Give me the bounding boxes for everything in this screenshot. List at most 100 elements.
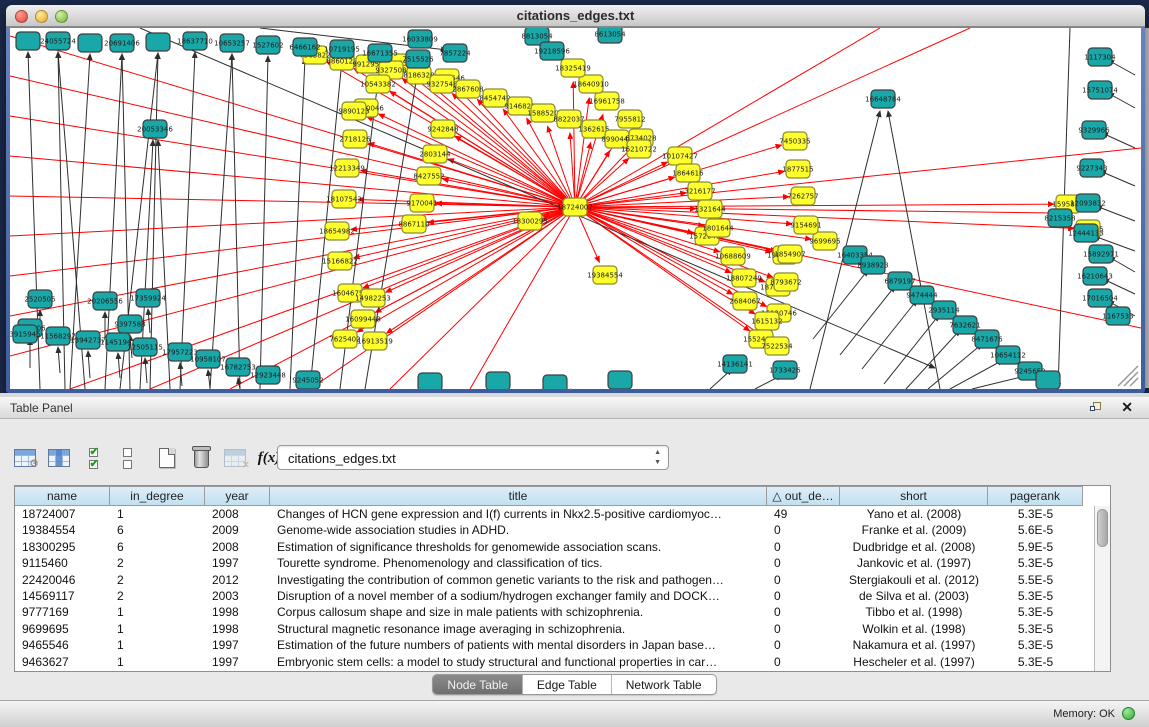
graph-node-teal[interactable]: 8613054 (594, 28, 626, 43)
graph-node-yellow[interactable]: 1854907 (774, 245, 805, 263)
graph-node-yellow[interactable]: 16913519 (357, 332, 393, 350)
select-all-columns-button[interactable] (78, 443, 108, 473)
show-columns-button[interactable] (44, 443, 74, 473)
graph-node-teal[interactable] (146, 33, 170, 51)
table-row[interactable]: 911546021997Tourette syndrome. Phenomeno… (15, 555, 1094, 571)
column-header-out_de[interactable]: △ out_de… (767, 486, 840, 506)
graph-node-yellow[interactable]: 7522534 (761, 337, 793, 355)
column-header-name[interactable]: name (15, 486, 110, 506)
graph-node-yellow[interactable]: 18640910 (573, 75, 609, 93)
graph-node-teal[interactable]: 8938923 (857, 256, 888, 274)
graph-node-yellow[interactable]: 10688609 (715, 247, 751, 265)
graph-node-teal[interactable]: 6466162 (289, 38, 320, 56)
table-row[interactable]: 946362711997Embryonic stem cells: a mode… (15, 654, 1094, 670)
graph-node-yellow[interactable]: 2684067 (729, 292, 760, 310)
delete-column-button[interactable] (186, 443, 216, 473)
graph-node-yellow[interactable]: 18107543 (326, 190, 362, 208)
graph-node-teal[interactable]: 20053346 (137, 120, 173, 138)
vertical-scrollbar[interactable] (1094, 506, 1110, 671)
table-row[interactable]: 1456911722003Disruption of a novel membe… (15, 588, 1094, 604)
graph-node-teal[interactable]: 17359924 (130, 289, 166, 307)
unselect-all-columns-button[interactable] (112, 443, 142, 473)
graph-node-teal[interactable]: 19218596 (534, 42, 570, 60)
window-titlebar[interactable]: citations_edges.txt (6, 5, 1145, 27)
table-row[interactable]: 2242004622012Investigating the contribut… (15, 572, 1094, 588)
graph-node-teal[interactable]: 1527602 (252, 36, 283, 54)
graph-node-yellow[interactable]: 7955812 (614, 110, 645, 128)
graph-node-yellow[interactable]: 9890123 (338, 102, 369, 120)
graph-node-yellow[interactable]: 18325419 (555, 59, 591, 77)
graph-node-yellow[interactable]: 12213349 (329, 159, 365, 177)
graph-node-teal[interactable]: 1117304 (1084, 48, 1116, 66)
graph-node-yellow[interactable]: 2718126 (339, 130, 371, 148)
graph-node-teal[interactable]: 10654112 (990, 346, 1026, 364)
tab-node-table[interactable]: Node Table (433, 675, 522, 694)
graph-node-yellow[interactable]: 9242848 (427, 120, 458, 138)
graph-node-teal[interactable]: 9245052 (292, 371, 323, 389)
graph-node-teal[interactable] (78, 34, 102, 52)
graph-node-teal[interactable] (486, 372, 510, 389)
graph-node-teal[interactable]: 8215358 (1044, 209, 1075, 227)
graph-node-teal[interactable] (543, 375, 567, 389)
graph-node-yellow[interactable]: 9699695 (809, 232, 840, 250)
graph-node-yellow[interactable]: 1615132 (751, 312, 782, 330)
graph-node-yellow[interactable]: 1321644 (694, 200, 726, 218)
graph-node-teal[interactable]: 9329966 (1078, 121, 1110, 139)
graph-node-teal[interactable]: 7857224 (439, 44, 471, 62)
graph-node-teal[interactable]: 24055724 (40, 32, 76, 50)
graph-node-yellow[interactable]: 10107427 (662, 147, 698, 165)
graph-node-teal[interactable]: 1167533 (1102, 307, 1133, 325)
graph-node-teal[interactable]: 7515526 (402, 50, 434, 68)
graph-node-teal[interactable] (16, 32, 40, 50)
graph-node-yellow[interactable]: 1877515 (782, 160, 813, 178)
graph-node-yellow[interactable]: 7625402 (329, 330, 360, 348)
graph-node-teal[interactable]: 9397588 (114, 315, 145, 333)
graph-node-teal[interactable] (608, 371, 632, 389)
graph-node-yellow[interactable]: 1864616 (672, 164, 704, 182)
graph-node-teal[interactable]: 16648784 (865, 90, 901, 108)
graph-node-teal[interactable]: 1733426 (769, 361, 801, 379)
graph-node-yellow[interactable]: 7262757 (787, 187, 818, 205)
graph-node-yellow[interactable]: 8793672 (770, 273, 801, 291)
table-row[interactable]: 1830029562008Estimation of significance … (15, 539, 1094, 555)
table-row[interactable]: 1938455462009Genome-wide association stu… (15, 522, 1094, 538)
graph-node-yellow[interactable]: 9154691 (790, 216, 821, 234)
column-header-year[interactable]: year (205, 486, 270, 506)
table-row[interactable]: 969969511998Structural magnetic resonanc… (15, 621, 1094, 637)
graph-node-yellow[interactable]: 8867110 (398, 215, 429, 233)
graph-node-yellow[interactable]: 7450335 (779, 132, 810, 150)
tab-edge-table[interactable]: Edge Table (522, 675, 611, 694)
graph-node-yellow[interactable]: 2803144 (419, 145, 451, 163)
graph-node-yellow[interactable]: 16961758 (589, 92, 625, 110)
graph-node-yellow[interactable]: 8427552 (413, 167, 444, 185)
table-row[interactable]: 946554611997Estimation of the future num… (15, 637, 1094, 653)
graph-node-teal[interactable] (1036, 371, 1060, 389)
graph-node-teal[interactable]: 16210643 (1077, 267, 1113, 285)
graph-node-teal[interactable]: 8471676 (971, 330, 1003, 348)
graph-node-teal[interactable]: 9227343 (1076, 159, 1107, 177)
graph-node-yellow[interactable]: 3216177 (684, 182, 715, 200)
memory-ok-icon[interactable] (1122, 707, 1135, 720)
column-header-pagerank[interactable]: pagerank (988, 486, 1083, 506)
scrollbar-thumb[interactable] (1097, 509, 1108, 547)
table-mode-button[interactable]: ⚙ (10, 443, 40, 473)
graph-node-teal[interactable]: 18637710 (177, 32, 213, 50)
table-selector-dropdown[interactable]: citations_edges.txt ▲▼ (277, 445, 669, 470)
graph-node-teal[interactable]: 3915945 (10, 325, 41, 343)
graph-node-teal[interactable] (418, 373, 442, 389)
float-panel-icon[interactable] (1090, 402, 1103, 414)
graph-node-teal[interactable]: 2520505 (24, 290, 55, 308)
column-header-title[interactable]: title (270, 486, 767, 506)
create-column-button[interactable] (152, 443, 182, 473)
table-row[interactable]: 1872400712008Changes of HCN gene express… (15, 506, 1094, 522)
network-canvas[interactable]: 7563822886012399129548226058932750810543… (10, 28, 1141, 389)
graph-node-teal[interactable]: 14136141 (717, 355, 753, 373)
graph-node-teal[interactable]: 15892971 (1083, 245, 1119, 263)
graph-node-yellow[interactable]: 1801644 (702, 219, 734, 237)
tab-network-table[interactable]: Network Table (611, 675, 716, 694)
table-row[interactable]: 977716911998Corpus callosum shape and si… (15, 604, 1094, 620)
graph-node-yellow[interactable]: 19384554 (587, 266, 623, 284)
close-panel-icon[interactable]: ✕ (1121, 399, 1133, 416)
column-header-in_degree[interactable]: in_degree (110, 486, 205, 506)
graph-node-yellow[interactable]: 9170041 (406, 194, 437, 212)
